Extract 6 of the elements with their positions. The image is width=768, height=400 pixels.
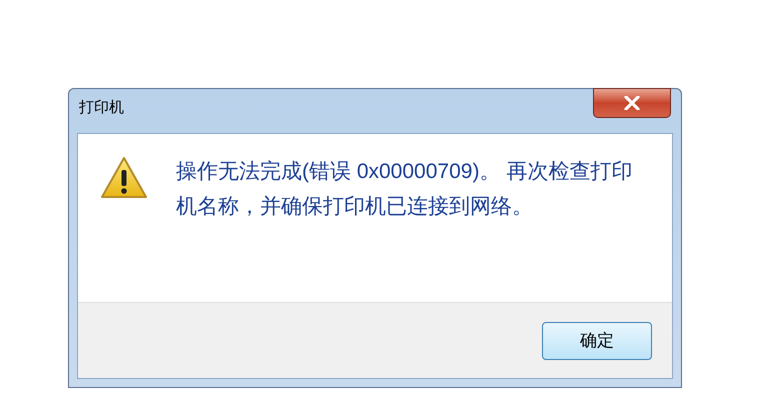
message-text: 操作无法完成(错误 0x00000709)。 再次检查打印机名称，并确保打印机已连接到网络。 [176, 159, 634, 220]
window-title: 打印机 [79, 98, 124, 118]
close-button[interactable] [593, 88, 671, 118]
ok-button[interactable]: 确定 [542, 322, 652, 360]
warning-icon [100, 156, 148, 200]
close-icon [624, 96, 640, 110]
